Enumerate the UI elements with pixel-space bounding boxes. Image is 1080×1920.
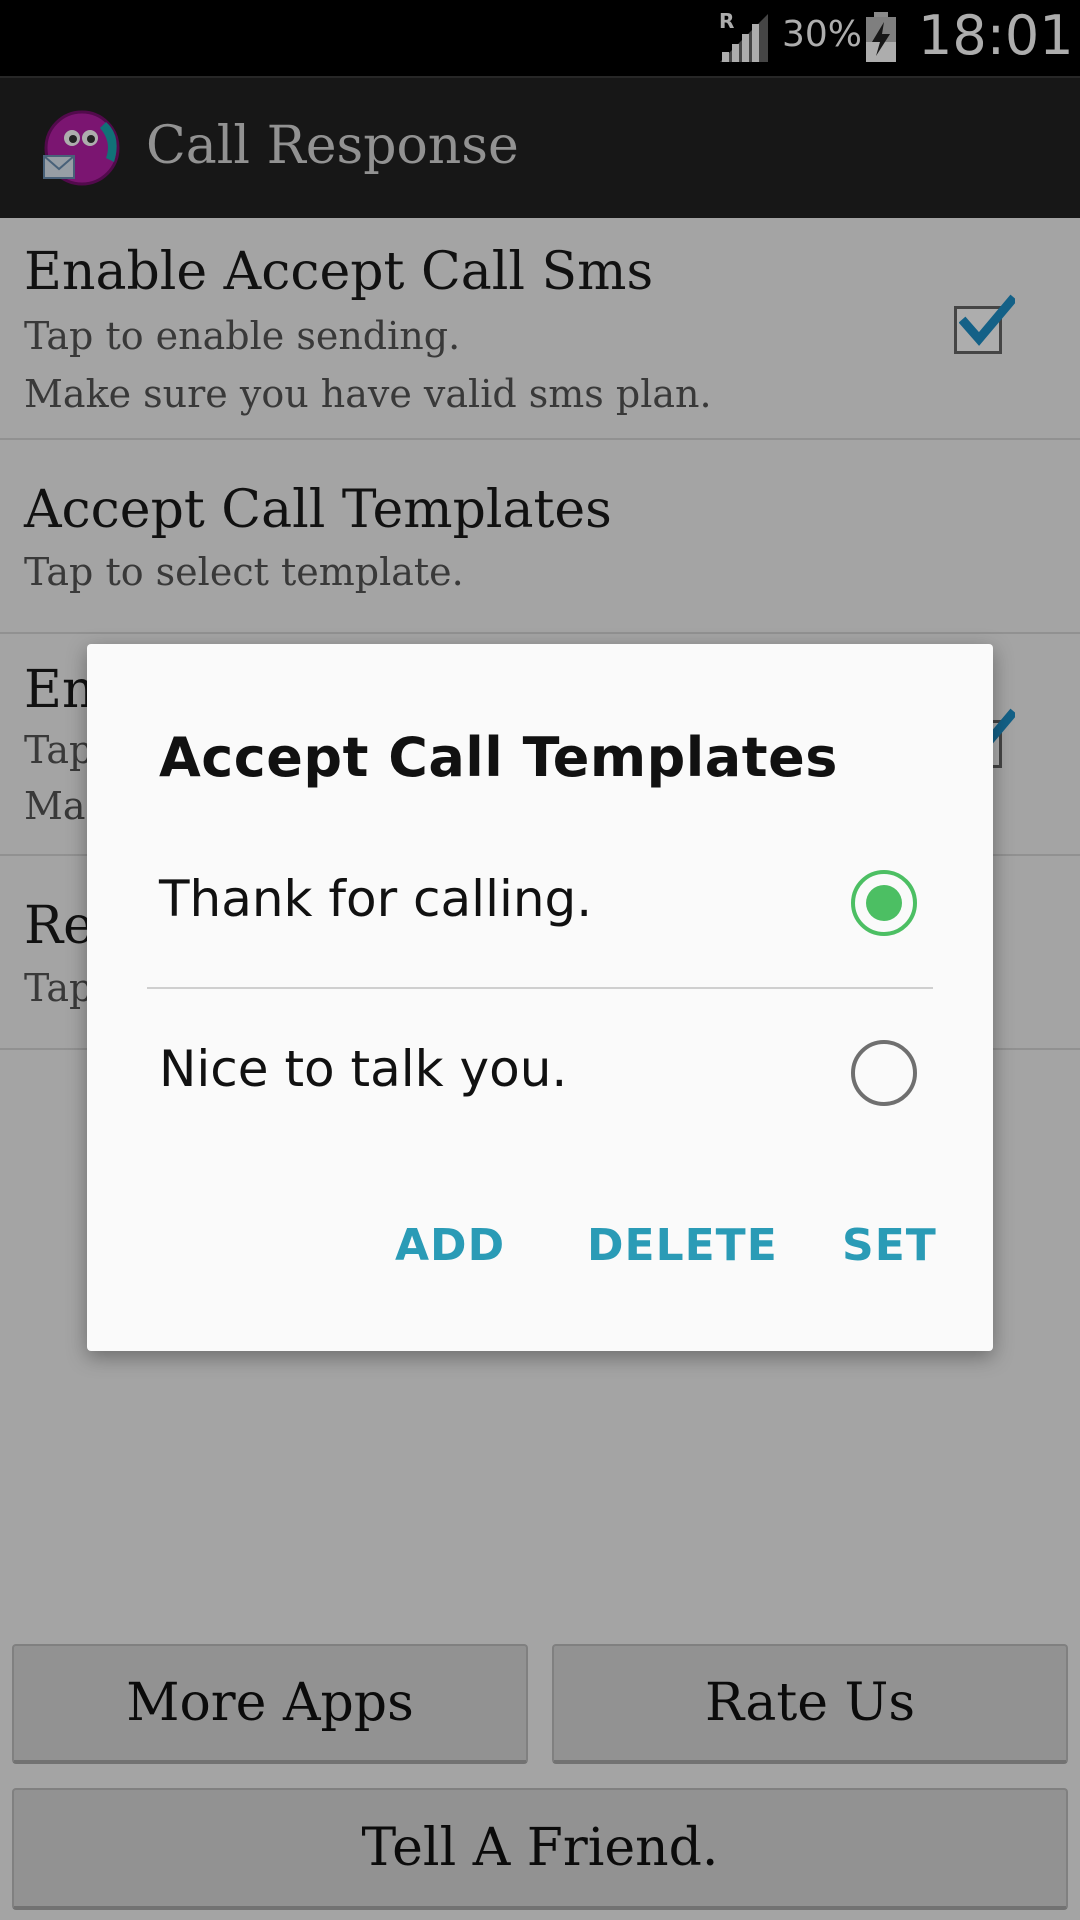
delete-button[interactable]: DELETE [587,1220,778,1271]
template-option-label: Thank for calling. [159,870,593,928]
accept-call-templates-dialog: Accept Call Templates Thank for calling.… [87,644,993,1351]
dialog-scrim-top [0,0,1080,218]
radio-unselected-icon[interactable] [851,1040,917,1106]
radio-selected-icon[interactable] [851,870,917,936]
template-option-label: Nice to talk you. [159,1040,568,1098]
set-button[interactable]: SET [842,1220,937,1271]
template-option[interactable]: Nice to talk you. [87,990,993,1158]
template-option[interactable]: Thank for calling. [87,820,993,988]
dialog-title: Accept Call Templates [159,726,838,789]
add-button[interactable]: ADD [395,1220,505,1271]
option-divider [147,987,933,989]
